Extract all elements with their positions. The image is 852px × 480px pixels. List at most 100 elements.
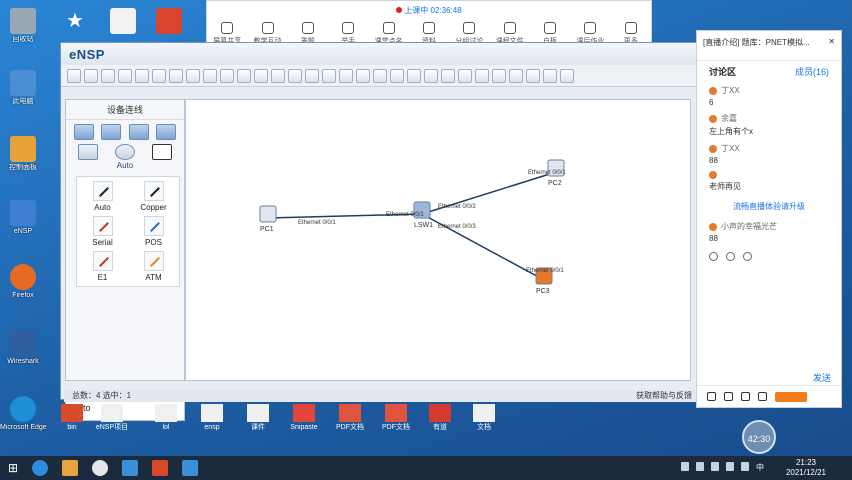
cable-copper[interactable]: Copper bbox=[128, 181, 179, 212]
toolbar-button[interactable] bbox=[84, 68, 98, 83]
speaker-icon[interactable] bbox=[724, 392, 733, 401]
desktop-icon-recycle-bin[interactable]: 回收站 bbox=[0, 8, 46, 44]
desktop-icon-this-pc[interactable]: 此电脑 bbox=[0, 70, 46, 106]
toolbar-button[interactable] bbox=[356, 68, 370, 83]
help-feedback-link[interactable]: 获取帮助与反馈 bbox=[636, 390, 692, 402]
wlan-icon[interactable] bbox=[128, 124, 149, 140]
toolbar-button[interactable] bbox=[220, 68, 234, 83]
microphone-icon[interactable] bbox=[707, 392, 716, 401]
toolbar-button[interactable] bbox=[101, 68, 115, 83]
toolbar-button[interactable] bbox=[135, 68, 149, 83]
toolbar-button[interactable] bbox=[509, 68, 523, 83]
virtualbox-taskbar-icon[interactable] bbox=[182, 460, 199, 476]
toolbar-button[interactable] bbox=[424, 68, 438, 83]
explorer-taskbar-icon[interactable] bbox=[62, 460, 79, 476]
toolbar-button[interactable] bbox=[169, 68, 183, 83]
toolbar-button[interactable] bbox=[441, 68, 455, 83]
toolbar-button[interactable] bbox=[322, 68, 336, 83]
toolbar-button[interactable] bbox=[492, 68, 506, 83]
cable-icon[interactable] bbox=[151, 144, 172, 160]
desktop-icon[interactable]: Snipaste bbox=[284, 404, 324, 432]
tool-icon bbox=[342, 22, 355, 34]
clock[interactable]: 21:23 2021/12/21 bbox=[786, 458, 826, 478]
toolbar-button[interactable] bbox=[118, 68, 132, 83]
topology-canvas[interactable]: PC1 LSW1 PC2 PC3 Ethernet 0/0/1 Ethernet 0/0/… bbox=[185, 99, 691, 381]
router-icon[interactable] bbox=[73, 124, 94, 140]
tray-icon[interactable] bbox=[681, 462, 689, 471]
toolbar-button[interactable] bbox=[67, 68, 81, 83]
network-icon[interactable] bbox=[726, 462, 734, 471]
cable-atm[interactable]: ATM bbox=[128, 251, 179, 282]
desktop-icon[interactable]: 课件 bbox=[238, 404, 278, 432]
toolbar-button[interactable] bbox=[526, 68, 540, 83]
tab-members[interactable]: 成员(16) bbox=[795, 65, 829, 78]
toolbar-button[interactable] bbox=[339, 68, 353, 83]
tray-icon[interactable] bbox=[711, 462, 719, 471]
ime-indicator[interactable]: 中 bbox=[756, 462, 764, 473]
scissors-icon[interactable] bbox=[726, 252, 735, 261]
desktop-icon-wireshark[interactable]: Wireshark bbox=[0, 330, 46, 366]
edge-taskbar-icon[interactable] bbox=[32, 460, 49, 476]
chrome-taskbar-icon[interactable] bbox=[92, 460, 109, 476]
toolbar-button[interactable] bbox=[305, 68, 319, 83]
switch-icon[interactable] bbox=[101, 124, 122, 140]
share-icon[interactable] bbox=[758, 392, 767, 401]
firewall-icon[interactable] bbox=[156, 124, 177, 140]
windows-start-icon[interactable]: ⊞ bbox=[8, 461, 18, 475]
node-label: LSW1 bbox=[414, 222, 434, 229]
cloud-icon[interactable] bbox=[114, 144, 135, 160]
desktop-icon[interactable]: PDF文档 bbox=[376, 404, 416, 432]
desktop-icon[interactable]: PDF文档 bbox=[330, 404, 370, 432]
toolbar-button[interactable] bbox=[271, 68, 285, 83]
toolbar-button[interactable] bbox=[373, 68, 387, 83]
toolbar-button[interactable] bbox=[152, 68, 166, 83]
cable-pos[interactable]: POS bbox=[128, 216, 179, 247]
desktop-icon[interactable]: bin bbox=[52, 404, 92, 432]
toolbar-button[interactable] bbox=[186, 68, 200, 83]
close-icon[interactable]: ✕ bbox=[828, 37, 835, 60]
toolbar-button[interactable] bbox=[407, 68, 421, 83]
cable-e1[interactable]: E1 bbox=[77, 251, 128, 282]
emoji-icon[interactable] bbox=[709, 252, 718, 261]
cable-auto[interactable]: Auto bbox=[77, 181, 128, 212]
toolbar-button[interactable] bbox=[390, 68, 404, 83]
desktop-icon[interactable]: lol bbox=[146, 404, 186, 432]
volume-icon[interactable] bbox=[741, 462, 749, 471]
desktop-icon-edge[interactable]: Microsoft Edge bbox=[0, 396, 46, 432]
upgrade-notice[interactable]: 流畅直播体验请升级 bbox=[697, 195, 841, 218]
desktop-icon-ensp[interactable]: eNSP bbox=[0, 200, 46, 236]
toolbar-button[interactable] bbox=[237, 68, 251, 83]
desktop-icon[interactable]: 有道 bbox=[420, 404, 460, 432]
image-icon[interactable] bbox=[743, 252, 752, 261]
toolbar-button[interactable] bbox=[288, 68, 302, 83]
toolbar-button[interactable] bbox=[475, 68, 489, 83]
desktop-icon-file-a[interactable] bbox=[100, 8, 146, 36]
camera-icon[interactable] bbox=[741, 392, 750, 401]
desktop-icon-star[interactable]: ★ bbox=[52, 8, 98, 36]
send-button[interactable]: 发送 bbox=[813, 371, 831, 384]
desktop-icon-control-panel[interactable]: 控制面板 bbox=[0, 136, 46, 172]
tray-icon[interactable] bbox=[696, 462, 704, 471]
raise-hand-button[interactable] bbox=[775, 391, 807, 402]
pc-node-icon[interactable] bbox=[259, 205, 277, 223]
desktop-icon[interactable]: ensp bbox=[192, 404, 232, 432]
ensp-taskbar-icon[interactable] bbox=[122, 460, 139, 476]
pc-icon[interactable] bbox=[78, 144, 99, 160]
app-taskbar-icon[interactable] bbox=[152, 460, 169, 476]
desktop-icon[interactable]: eNSP项目 bbox=[92, 404, 132, 432]
desktop-icon-file-b[interactable] bbox=[146, 8, 192, 36]
toolbar-button[interactable] bbox=[203, 68, 217, 83]
tab-discussion[interactable]: 讨论区 bbox=[709, 65, 736, 78]
desktop-icon[interactable]: 文档 bbox=[464, 404, 504, 432]
recycle-bin-icon bbox=[10, 8, 36, 34]
toolbar-button[interactable] bbox=[254, 68, 268, 83]
live-status: 上课中 02:36:48 bbox=[207, 1, 651, 16]
tool-icon bbox=[221, 22, 234, 34]
discussion-footer bbox=[697, 385, 841, 407]
desktop-icon-firefox[interactable]: Firefox bbox=[0, 264, 46, 300]
toolbar-button[interactable] bbox=[458, 68, 472, 83]
toolbar-button[interactable] bbox=[543, 68, 557, 83]
cable-serial[interactable]: Serial bbox=[77, 216, 128, 247]
toolbar-button[interactable] bbox=[560, 68, 574, 83]
document-icon bbox=[156, 8, 182, 34]
